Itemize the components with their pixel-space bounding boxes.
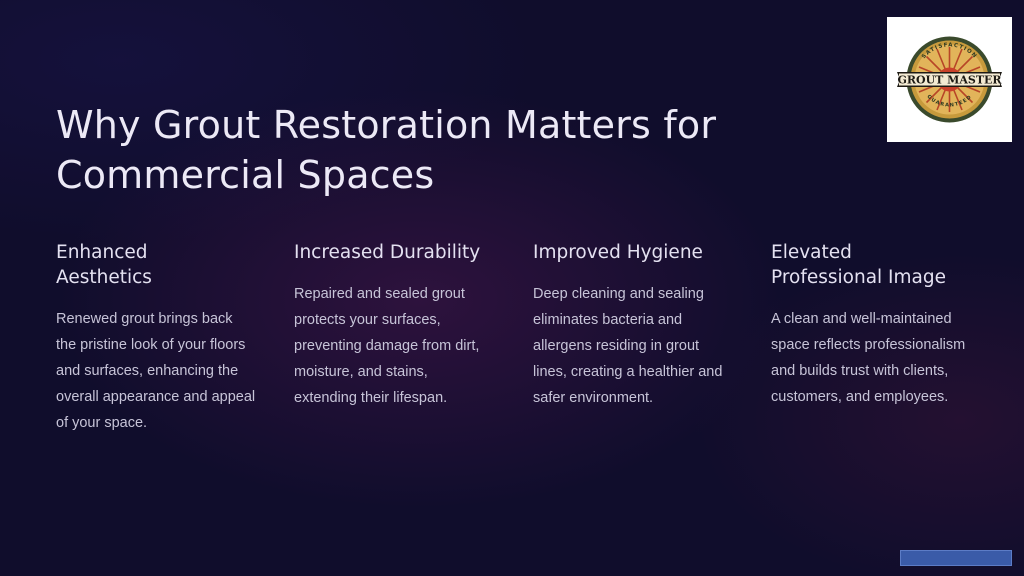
column-heading-line: Increased Durability: [294, 242, 481, 263]
column-heading-line: Enhanced: [56, 242, 148, 263]
column-heading-line: Improved Hygiene: [533, 242, 703, 263]
column-improved-hygiene: Improved Hygiene Deep cleaning and seali…: [533, 240, 733, 411]
column-heading-line: Professional Image: [771, 267, 947, 288]
column-heading: Increased Durability: [294, 240, 494, 265]
column-heading: Improved Hygiene: [533, 240, 733, 265]
slide-title-line-2: Commercial Spaces: [56, 153, 435, 197]
slide: Why Grout Restoration Matters for Commer…: [0, 0, 1024, 576]
column-heading-line: Aesthetics: [56, 267, 152, 288]
column-increased-durability: Increased Durability Repaired and sealed…: [294, 240, 494, 411]
column-elevated-professional-image: Elevated Professional Image A clean and …: [771, 240, 971, 410]
slide-title-line-1: Why Grout Restoration Matters for: [56, 103, 717, 147]
logo-brand-text: GROUT MASTER: [897, 74, 1002, 87]
corner-control-button[interactable]: [900, 550, 1012, 566]
column-heading: Enhanced Aesthetics: [56, 240, 256, 290]
grout-master-logo: SATISFACTION GUARANTEED GROUT MASTER: [887, 17, 1012, 142]
grout-master-badge-icon: SATISFACTION GUARANTEED GROUT MASTER: [897, 36, 1002, 123]
column-heading: Elevated Professional Image: [771, 240, 971, 290]
column-enhanced-aesthetics: Enhanced Aesthetics Renewed grout brings…: [56, 240, 256, 436]
slide-title: Why Grout Restoration Matters for Commer…: [56, 100, 816, 200]
column-heading-line: Elevated: [771, 242, 852, 263]
column-body: Renewed grout brings back the pristine l…: [56, 311, 256, 431]
column-body: Repaired and sealed grout protects your …: [294, 286, 480, 406]
column-body: Deep cleaning and sealing eliminates bac…: [533, 286, 723, 406]
column-body: A clean and well-maintained space reflec…: [771, 311, 966, 405]
